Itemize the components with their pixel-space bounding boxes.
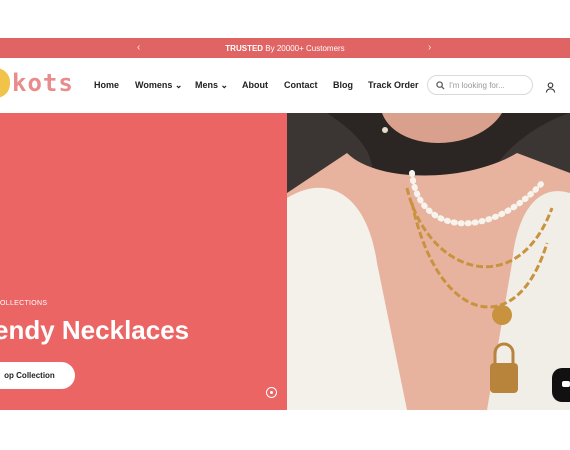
nav-item-about[interactable]: About	[242, 80, 268, 90]
nav-item-blog[interactable]: Blog	[333, 80, 353, 90]
search-icon	[436, 80, 445, 90]
nav-item-womens[interactable]: Womens ⌄	[135, 80, 182, 91]
logo-mark	[0, 68, 10, 98]
chevron-down-icon: ⌄	[174, 80, 183, 90]
chevron-down-icon: ⌄	[220, 80, 229, 90]
account-icon[interactable]	[545, 80, 556, 98]
nav-item-home[interactable]: Home	[94, 80, 119, 90]
shop-collection-button[interactable]: op Collection	[0, 362, 75, 389]
bottom-whitespace	[0, 410, 570, 450]
necklace-model-photo	[287, 113, 570, 410]
brand-logo[interactable]: kots	[0, 68, 74, 98]
hero-eyebrow: OLLECTIONS	[0, 300, 48, 307]
nav-item-track-order[interactable]: Track Order	[368, 80, 419, 90]
nav-item-mens[interactable]: Mens ⌄	[195, 80, 228, 91]
hero-image	[287, 113, 570, 410]
nav-item-contact[interactable]: Contact	[284, 80, 318, 90]
logo-text: kots	[12, 69, 74, 97]
chevron-right-icon[interactable]: ›	[428, 42, 431, 53]
site-header: kots Home Womens ⌄ Mens ⌄ About Contact …	[0, 58, 570, 113]
slide-indicator[interactable]	[266, 387, 277, 398]
announcement-text: TRUSTED By 20000+ Customers	[225, 43, 345, 53]
search-placeholder: I'm looking for...	[449, 80, 505, 90]
announcement-bar: ‹ TRUSTED By 20000+ Customers ›	[0, 38, 570, 58]
chat-widget-button[interactable]	[552, 368, 570, 402]
chevron-left-icon[interactable]: ‹	[137, 42, 140, 53]
top-whitespace	[0, 0, 570, 38]
search-input[interactable]: I'm looking for...	[427, 75, 533, 95]
hero-title: endy Necklaces	[0, 315, 190, 345]
